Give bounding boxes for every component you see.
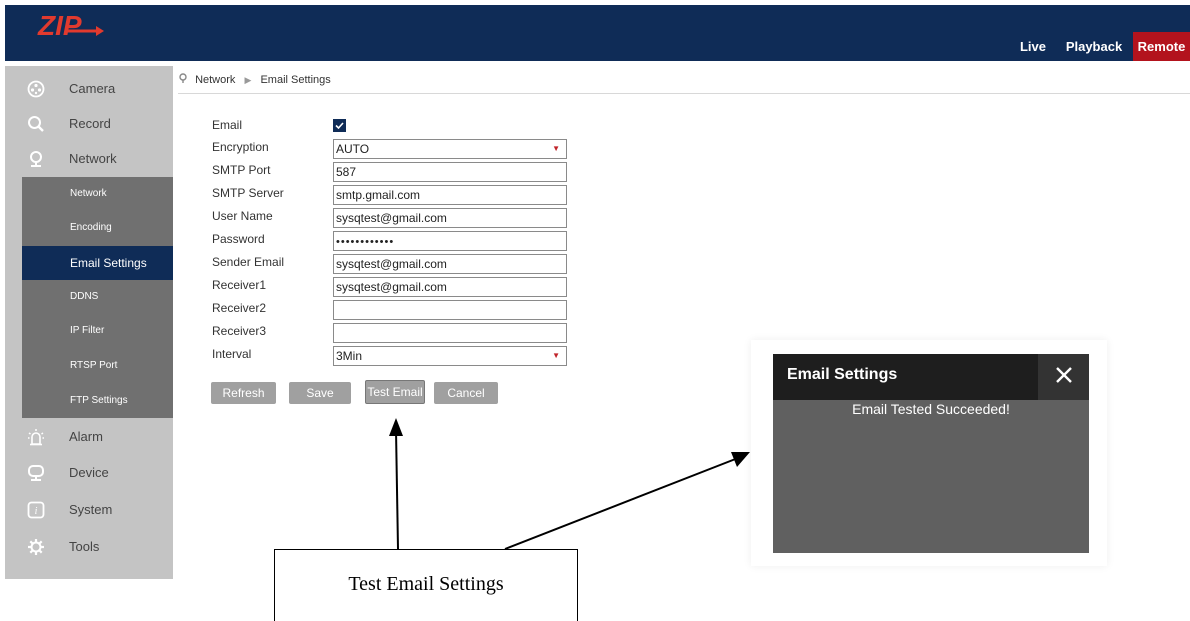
interval-label: Interval [212, 347, 252, 361]
password-field[interactable]: •••••••••••• [333, 231, 567, 251]
receiver1-label: Receiver1 [212, 278, 267, 292]
email-enable-checkbox[interactable] [333, 119, 346, 132]
nav-remote[interactable]: Remote [1133, 32, 1190, 61]
dropdown-arrow-icon: ▼ [552, 144, 560, 153]
dialog-title: Email Settings [787, 366, 898, 383]
dialog-message: Email Tested Succeeded! [852, 401, 1010, 417]
sidebar-item-alarm[interactable]: Alarm [5, 419, 173, 454]
receiver3-label: Receiver3 [212, 324, 267, 338]
info-icon: i [27, 501, 45, 519]
sidebar-item-device[interactable]: Device [5, 455, 173, 490]
svg-text:i: i [35, 506, 38, 517]
submenu-item-encoding[interactable]: Encoding [22, 211, 173, 245]
sidebar-item-label: Network [69, 151, 117, 166]
email-label: Email [212, 118, 243, 132]
monitor-icon [28, 465, 44, 481]
submenu-item-email-settings[interactable]: Email Settings [22, 246, 173, 280]
password-label: Password [212, 232, 265, 246]
user-name-field[interactable]: sysqtest@gmail.com [333, 208, 567, 228]
callout-text: Test Email Settings [348, 573, 504, 595]
camera-icon [27, 80, 45, 98]
sidebar-item-label: Record [69, 116, 111, 131]
sender-email-label: Sender Email [212, 255, 285, 269]
zip-logo: ZIP [37, 10, 104, 41]
submenu-item-ftp-settings[interactable]: FTP Settings [22, 384, 173, 418]
sidebar-item-system[interactable]: i System [5, 492, 173, 527]
sidebar-item-camera[interactable]: Camera [5, 71, 173, 106]
save-button[interactable]: Save [289, 382, 351, 404]
receiver2-label: Receiver2 [212, 301, 267, 315]
breadcrumb-divider [178, 93, 1190, 94]
breadcrumb-section[interactable]: Network [195, 74, 235, 86]
checkmark-icon [335, 122, 344, 130]
user-name-label: User Name [212, 209, 273, 223]
nav-playback[interactable]: Playback [1062, 32, 1126, 61]
dropdown-arrow-icon: ▼ [552, 351, 560, 360]
cancel-button[interactable]: Cancel [434, 382, 498, 404]
receiver2-field[interactable] [333, 300, 567, 320]
test-email-button[interactable]: Test Email [365, 380, 425, 404]
location-pin-icon [179, 73, 187, 83]
refresh-button[interactable]: Refresh [211, 382, 276, 404]
submenu-item-ddns[interactable]: DDNS [22, 280, 173, 314]
smtp-port-field[interactable]: 587 [333, 162, 567, 182]
submenu-item-network[interactable]: Network [22, 177, 173, 211]
nav-live[interactable]: Live [1013, 32, 1053, 61]
search-icon [28, 116, 44, 132]
receiver3-field[interactable] [333, 323, 567, 343]
encryption-label: Encryption [212, 140, 269, 154]
breadcrumb-page: Email Settings [260, 74, 331, 86]
smtp-server-field[interactable]: smtp.gmail.com [333, 185, 567, 205]
smtp-port-label: SMTP Port [212, 163, 271, 177]
submenu-item-rtsp-port[interactable]: RTSP Port [22, 349, 173, 383]
sidebar-item-network[interactable]: Network [5, 141, 173, 176]
breadcrumb: Network ▶ Email Settings [178, 72, 331, 88]
sidebar-item-record[interactable]: Record [5, 106, 173, 141]
svg-text:ZIP: ZIP [37, 10, 82, 41]
breadcrumb-separator-icon: ▶ [244, 75, 252, 85]
sidebar-item-label: Tools [69, 539, 100, 554]
interval-select[interactable]: 3Min ▼ [333, 346, 567, 366]
encryption-select[interactable]: AUTO ▼ [333, 139, 567, 159]
sidebar-item-tools[interactable]: Tools [5, 529, 173, 564]
submenu-item-ip-filter[interactable]: IP Filter [22, 314, 173, 348]
smtp-server-label: SMTP Server [212, 186, 284, 200]
receiver1-field[interactable]: sysqtest@gmail.com [333, 277, 567, 297]
sender-email-field[interactable]: sysqtest@gmail.com [333, 254, 567, 274]
sidebar-item-label: System [69, 502, 113, 517]
sidebar-item-label: Camera [69, 81, 116, 96]
gear-icon [28, 539, 44, 555]
alarm-icon [28, 429, 44, 446]
close-icon[interactable] [1053, 364, 1075, 386]
location-pin-icon [30, 151, 42, 167]
sidebar-item-label: Alarm [69, 429, 103, 444]
sidebar-item-label: Device [69, 465, 109, 480]
